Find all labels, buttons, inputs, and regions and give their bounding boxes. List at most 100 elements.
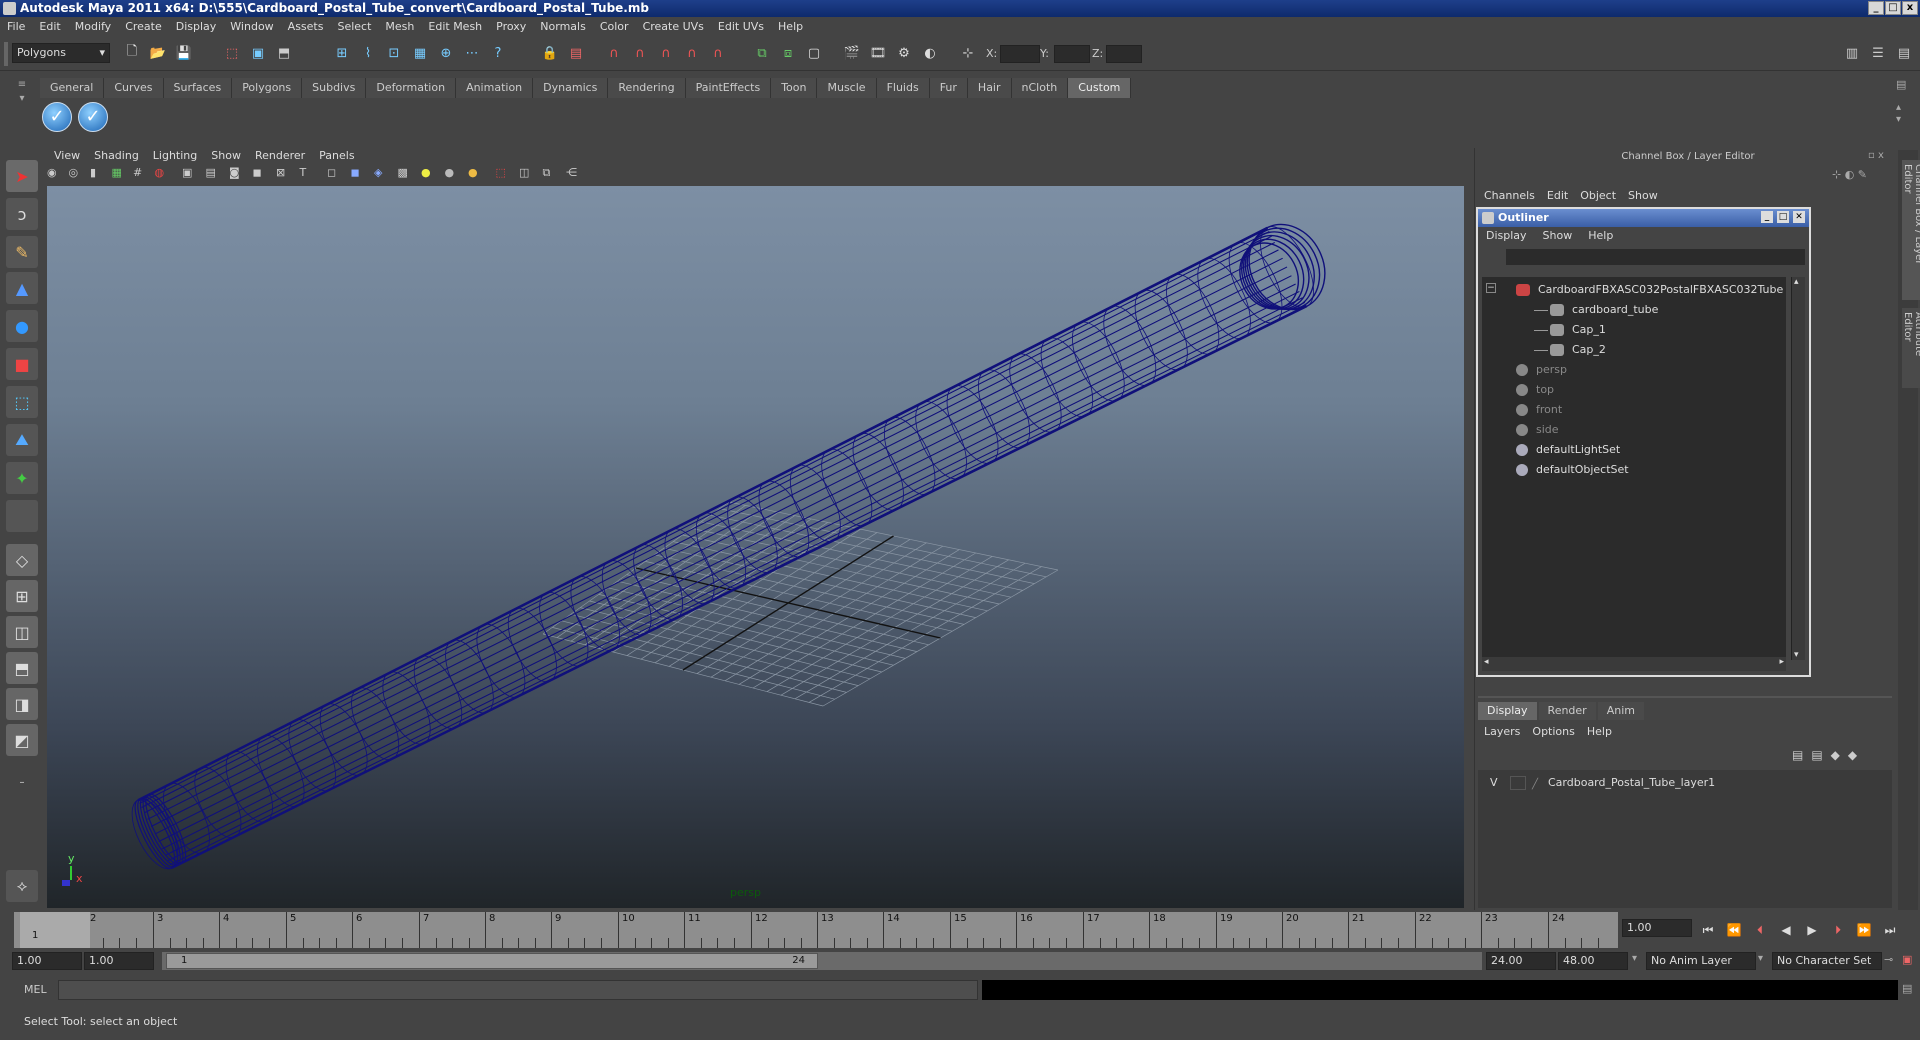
- outliner-item[interactable]: top: [1516, 381, 1554, 399]
- time-slider[interactable]: 1234567891011121314151617181920212223241: [14, 912, 1618, 948]
- step-back-key-icon[interactable]: ⏴: [1750, 920, 1770, 940]
- menu-edit-mesh[interactable]: Edit Mesh: [421, 17, 489, 37]
- outliner-item[interactable]: CardboardFBXASC032PostalFBXASC032Tube: [1516, 281, 1783, 299]
- tool-settings-toggle-icon[interactable]: ☰: [1868, 43, 1888, 63]
- wireframe-on-shaded-icon[interactable]: ◈: [374, 166, 394, 179]
- transform-mode-icon[interactable]: ⊹: [958, 43, 978, 63]
- isolate-select-icon[interactable]: ⬚: [496, 166, 516, 179]
- shelf-check-icon-2[interactable]: ✓: [78, 102, 108, 132]
- layer-tab-anim[interactable]: Anim: [1597, 702, 1644, 720]
- snap-curve-icon[interactable]: ⌇: [358, 43, 378, 63]
- viewport-menu-show[interactable]: Show: [204, 148, 248, 164]
- shelf-tab-dynamics[interactable]: Dynamics: [533, 78, 609, 98]
- menu-proxy[interactable]: Proxy: [489, 17, 533, 37]
- field-chart-icon[interactable]: ◙: [229, 166, 249, 179]
- menu-edit[interactable]: Edit: [32, 17, 67, 37]
- layer-menu-help[interactable]: Help: [1581, 724, 1618, 740]
- menu-assets[interactable]: Assets: [281, 17, 331, 37]
- maximize-button[interactable]: □: [1885, 1, 1901, 15]
- snap-plane-icon[interactable]: ▦: [410, 43, 430, 63]
- shelf-tab-custom[interactable]: Custom: [1068, 78, 1132, 98]
- textured-icon[interactable]: ▩: [398, 166, 418, 179]
- menu-normals[interactable]: Normals: [533, 17, 593, 37]
- panel-float-icon[interactable]: ▫ x: [1868, 150, 1884, 161]
- anim-layer-select[interactable]: No Anim Layer: [1646, 952, 1756, 970]
- help-icon[interactable]: ?: [488, 43, 508, 63]
- layer-menu-options[interactable]: Options: [1526, 724, 1580, 740]
- scale-tool-icon[interactable]: ■: [6, 348, 38, 380]
- playback-start-field[interactable]: 1.00: [84, 952, 154, 970]
- output-ops-icon[interactable]: ⧈: [778, 43, 798, 63]
- shelf-tab-fur[interactable]: Fur: [929, 78, 968, 98]
- image-plane-icon[interactable]: ▦: [112, 166, 130, 179]
- viewport-menu-lighting[interactable]: Lighting: [146, 148, 204, 164]
- outliner-item[interactable]: front: [1516, 401, 1562, 419]
- shelf-tab-subdivs[interactable]: Subdivs: [302, 78, 367, 98]
- anim-layer-chevron-icon[interactable]: ▾: [1632, 953, 1637, 964]
- lock-icon[interactable]: 🔒: [540, 43, 560, 63]
- viewport-menu-renderer[interactable]: Renderer: [248, 148, 312, 164]
- character-set-chevron-icon[interactable]: ▾: [1758, 953, 1763, 964]
- outliner-menu-display[interactable]: Display: [1478, 227, 1535, 245]
- menu-help[interactable]: Help: [771, 17, 810, 37]
- menu-file[interactable]: File: [0, 17, 32, 37]
- current-frame-field[interactable]: 1.00: [1622, 919, 1692, 937]
- layer-menu-layers[interactable]: Layers: [1478, 724, 1526, 740]
- animation-preferences-icon[interactable]: ▣: [1902, 953, 1912, 966]
- outliner-item[interactable]: defaultObjectSet: [1516, 461, 1629, 479]
- script-language-label[interactable]: MEL: [24, 983, 47, 996]
- grid-toggle-icon[interactable]: #: [133, 166, 151, 179]
- shelf-tab-rendering[interactable]: Rendering: [608, 78, 686, 98]
- layer-tool-icons[interactable]: ▤▤◆◆: [1792, 748, 1865, 762]
- gate-mask-icon[interactable]: ▤: [206, 166, 226, 179]
- outliner-item[interactable]: Cap_2: [1534, 341, 1606, 359]
- y-field[interactable]: [1054, 45, 1090, 63]
- channel-box-menu-object[interactable]: Object: [1574, 188, 1622, 204]
- input-ops-icon[interactable]: ⧉: [752, 43, 772, 63]
- channel-box-menu-show[interactable]: Show: [1622, 188, 1664, 204]
- render-view-icon[interactable]: ▢: [804, 43, 824, 63]
- viewport-menu-panels[interactable]: Panels: [312, 148, 361, 164]
- layer-tab-render[interactable]: Render: [1538, 702, 1596, 720]
- wireframe-icon[interactable]: ◻: [327, 166, 347, 179]
- step-forward-icon[interactable]: ⏩: [1854, 920, 1874, 940]
- shadows-icon[interactable]: ●: [445, 166, 465, 179]
- high-quality-icon[interactable]: ●: [468, 166, 492, 179]
- use-all-lights-icon[interactable]: ●: [421, 166, 441, 179]
- magnet-icon-4[interactable]: ∩: [682, 43, 702, 63]
- outliner-item[interactable]: side: [1516, 421, 1559, 439]
- menu-window[interactable]: Window: [223, 17, 280, 37]
- select-object-icon[interactable]: ▣: [248, 43, 268, 63]
- shelf-tab-general[interactable]: General: [40, 78, 105, 98]
- render-settings-icon[interactable]: ⚙: [894, 43, 914, 63]
- step-back-icon[interactable]: ⏪: [1724, 920, 1744, 940]
- viewport-menu-shading[interactable]: Shading: [87, 148, 146, 164]
- menu-create-uvs[interactable]: Create UVs: [636, 17, 711, 37]
- shelf-scroll-icon[interactable]: ▴ ▾: [1896, 102, 1901, 126]
- hypershade-icon[interactable]: ◐: [920, 43, 940, 63]
- auto-key-icon[interactable]: ⊸: [1884, 953, 1893, 966]
- go-to-end-icon[interactable]: ⏭: [1880, 920, 1900, 940]
- layer-visibility-toggle[interactable]: V: [1490, 774, 1498, 792]
- perspective-graph-outliner-layout-icon[interactable]: ◩: [6, 724, 38, 756]
- expand-toggle-icon[interactable]: −: [1486, 283, 1496, 293]
- play-backwards-icon[interactable]: ◀: [1776, 920, 1796, 940]
- four-view-layout-icon[interactable]: ⊞: [6, 580, 38, 612]
- range-slider-track[interactable]: 1 24: [162, 952, 1482, 970]
- safe-action-icon[interactable]: ◼: [253, 166, 273, 179]
- shelf-tab-painteffects[interactable]: PaintEffects: [685, 78, 772, 98]
- shelf-tab-hair[interactable]: Hair: [967, 78, 1012, 98]
- layer-tab-display[interactable]: Display: [1478, 702, 1537, 720]
- channel-box-tools-icon[interactable]: ⊹ ◐ ✎: [1832, 168, 1867, 181]
- playback-end-field[interactable]: 24.00: [1486, 952, 1556, 970]
- layout-more-icon[interactable]: –: [6, 766, 38, 798]
- step-forward-key-icon[interactable]: ⏵: [1828, 920, 1848, 940]
- select-tool-icon[interactable]: ➤: [6, 160, 38, 192]
- share-icon[interactable]: ⋲: [566, 166, 586, 179]
- menu-modify[interactable]: Modify: [68, 17, 118, 37]
- shelf-tab-deformation[interactable]: Deformation: [366, 78, 457, 98]
- current-time-marker[interactable]: 1: [20, 912, 90, 948]
- soft-modification-icon[interactable]: ⛰: [6, 424, 38, 456]
- outliner-item[interactable]: Cap_1: [1534, 321, 1606, 339]
- magnet-icon-3[interactable]: ∩: [656, 43, 676, 63]
